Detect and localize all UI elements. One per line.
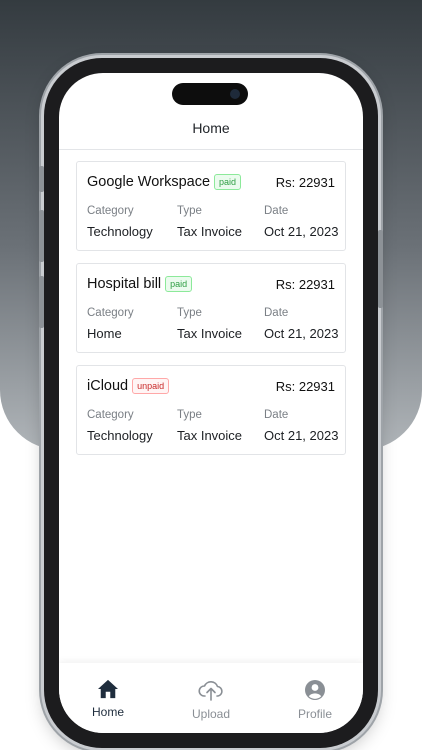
- bottom-tab-bar: Home Upload Profile: [59, 663, 363, 733]
- type-label: Type: [177, 409, 202, 421]
- type-value: Tax Invoice: [177, 326, 243, 341]
- cloud-upload-icon: [198, 681, 223, 701]
- dynamic-island: [172, 83, 248, 105]
- type-column: Type Tax Invoice: [177, 307, 242, 341]
- category-value: Technology: [87, 428, 153, 443]
- tab-home[interactable]: Home: [68, 679, 148, 719]
- date-column: Date Oct 21, 2023: [264, 205, 338, 239]
- tab-home-label: Home: [91, 705, 124, 719]
- status-badge: paid: [214, 174, 242, 190]
- date-label: Date: [264, 205, 289, 217]
- date-value: Oct 21, 2023: [264, 326, 339, 341]
- date-label: Date: [264, 409, 289, 421]
- type-value: Tax Invoice: [177, 428, 243, 443]
- type-label: Type: [177, 205, 202, 217]
- tab-profile-label: Profile: [297, 707, 332, 721]
- type-value: Tax Invoice: [177, 224, 243, 239]
- invoice-name: iCloud: [87, 378, 129, 394]
- category-label: Category: [87, 307, 134, 319]
- tab-upload-label: Upload: [191, 707, 231, 721]
- type-label: Type: [177, 307, 202, 319]
- home-icon: [98, 679, 118, 699]
- category-label: Category: [87, 409, 134, 421]
- date-column: Date Oct 21, 2023: [264, 409, 338, 443]
- category-label: Category: [87, 205, 134, 217]
- status-badge: paid: [165, 276, 193, 292]
- date-value: Oct 21, 2023: [264, 428, 339, 443]
- invoice-amount: Rs: 22931: [275, 379, 335, 394]
- category-value: Home: [87, 326, 122, 341]
- category-column: Category Home: [87, 307, 134, 341]
- type-column: Type Tax Invoice: [177, 205, 242, 239]
- invoice-name: Google Workspace: [87, 174, 211, 190]
- category-column: Category Technology: [87, 205, 153, 239]
- tab-profile[interactable]: Profile: [275, 679, 355, 721]
- category-column: Category Technology: [87, 409, 153, 443]
- date-value: Oct 21, 2023: [264, 224, 339, 239]
- category-value: Technology: [87, 224, 153, 239]
- app-screen: Home Google Workspace paid Rs: 22931 Cat…: [59, 73, 363, 733]
- app-header: Home: [59, 113, 363, 150]
- date-column: Date Oct 21, 2023: [264, 307, 338, 341]
- status-badge: unpaid: [132, 378, 170, 394]
- phone-frame: Home Google Workspace paid Rs: 22931 Cat…: [39, 58, 383, 748]
- volume-down-button: [39, 276, 44, 328]
- date-label: Date: [264, 307, 289, 319]
- invoice-card[interactable]: Google Workspace paid Rs: 22931 Category…: [76, 161, 346, 251]
- invoice-amount: Rs: 22931: [275, 277, 335, 292]
- invoice-card[interactable]: Hospital bill paid Rs: 22931 Category Ho…: [76, 263, 346, 353]
- mute-switch: [39, 166, 44, 192]
- invoice-amount: Rs: 22931: [275, 175, 335, 190]
- user-circle-icon: [305, 680, 325, 700]
- tab-upload[interactable]: Upload: [171, 679, 251, 721]
- camera-icon: [230, 89, 240, 99]
- invoice-name: Hospital bill: [87, 276, 162, 292]
- invoice-card[interactable]: iCloud unpaid Rs: 22931 Category Technol…: [76, 365, 346, 455]
- type-column: Type Tax Invoice: [177, 409, 242, 443]
- power-button: [378, 230, 383, 308]
- page-title: Home: [192, 120, 230, 136]
- volume-up-button: [39, 210, 44, 262]
